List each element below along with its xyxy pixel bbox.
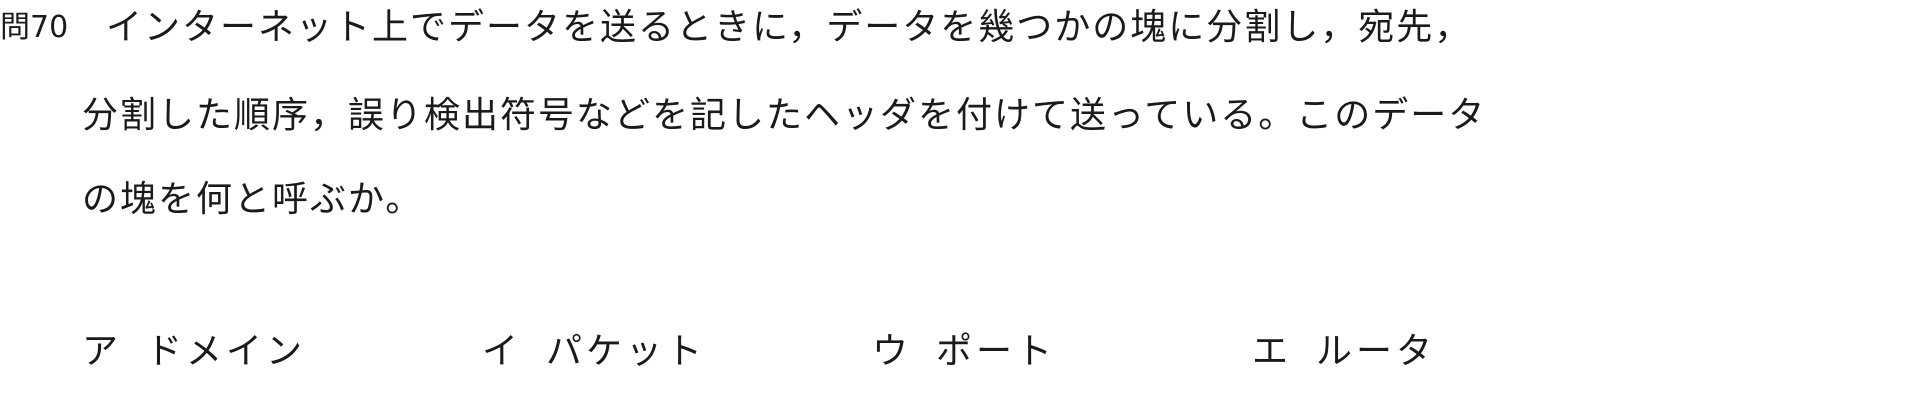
choice-i-letter: イ xyxy=(482,331,519,372)
choice-a-text: ドメイン xyxy=(146,331,307,372)
choice-u-letter: ウ xyxy=(872,331,909,372)
question-number: 問70 xyxy=(0,10,69,45)
choice-e-letter: エ xyxy=(1252,331,1289,372)
question-text-line-2: 分割した順序，誤り検出符号などを記したヘッダを付けて送っている。このデータ xyxy=(82,95,1487,136)
question-text-line-3: の塊を何と呼ぶか。 xyxy=(82,179,424,220)
choice-u[interactable]: ウポート xyxy=(872,330,1056,374)
choice-u-text: ポート xyxy=(936,331,1057,372)
exam-question-page: 問70 インターネット上でデータを送るときに，データを幾つかの塊に分割し，宛先，… xyxy=(0,0,1906,411)
choice-a-letter: ア xyxy=(82,331,119,372)
choice-a[interactable]: アドメイン xyxy=(82,330,306,374)
choice-i[interactable]: イパケット xyxy=(482,330,706,374)
choice-e-text: ルータ xyxy=(1316,331,1437,372)
choice-e[interactable]: エルータ xyxy=(1252,330,1436,374)
choice-i-text: パケット xyxy=(546,331,707,372)
question-text-line-1: インターネット上でデータを送るときに，データを幾つかの塊に分割し，宛先， xyxy=(106,7,1473,48)
